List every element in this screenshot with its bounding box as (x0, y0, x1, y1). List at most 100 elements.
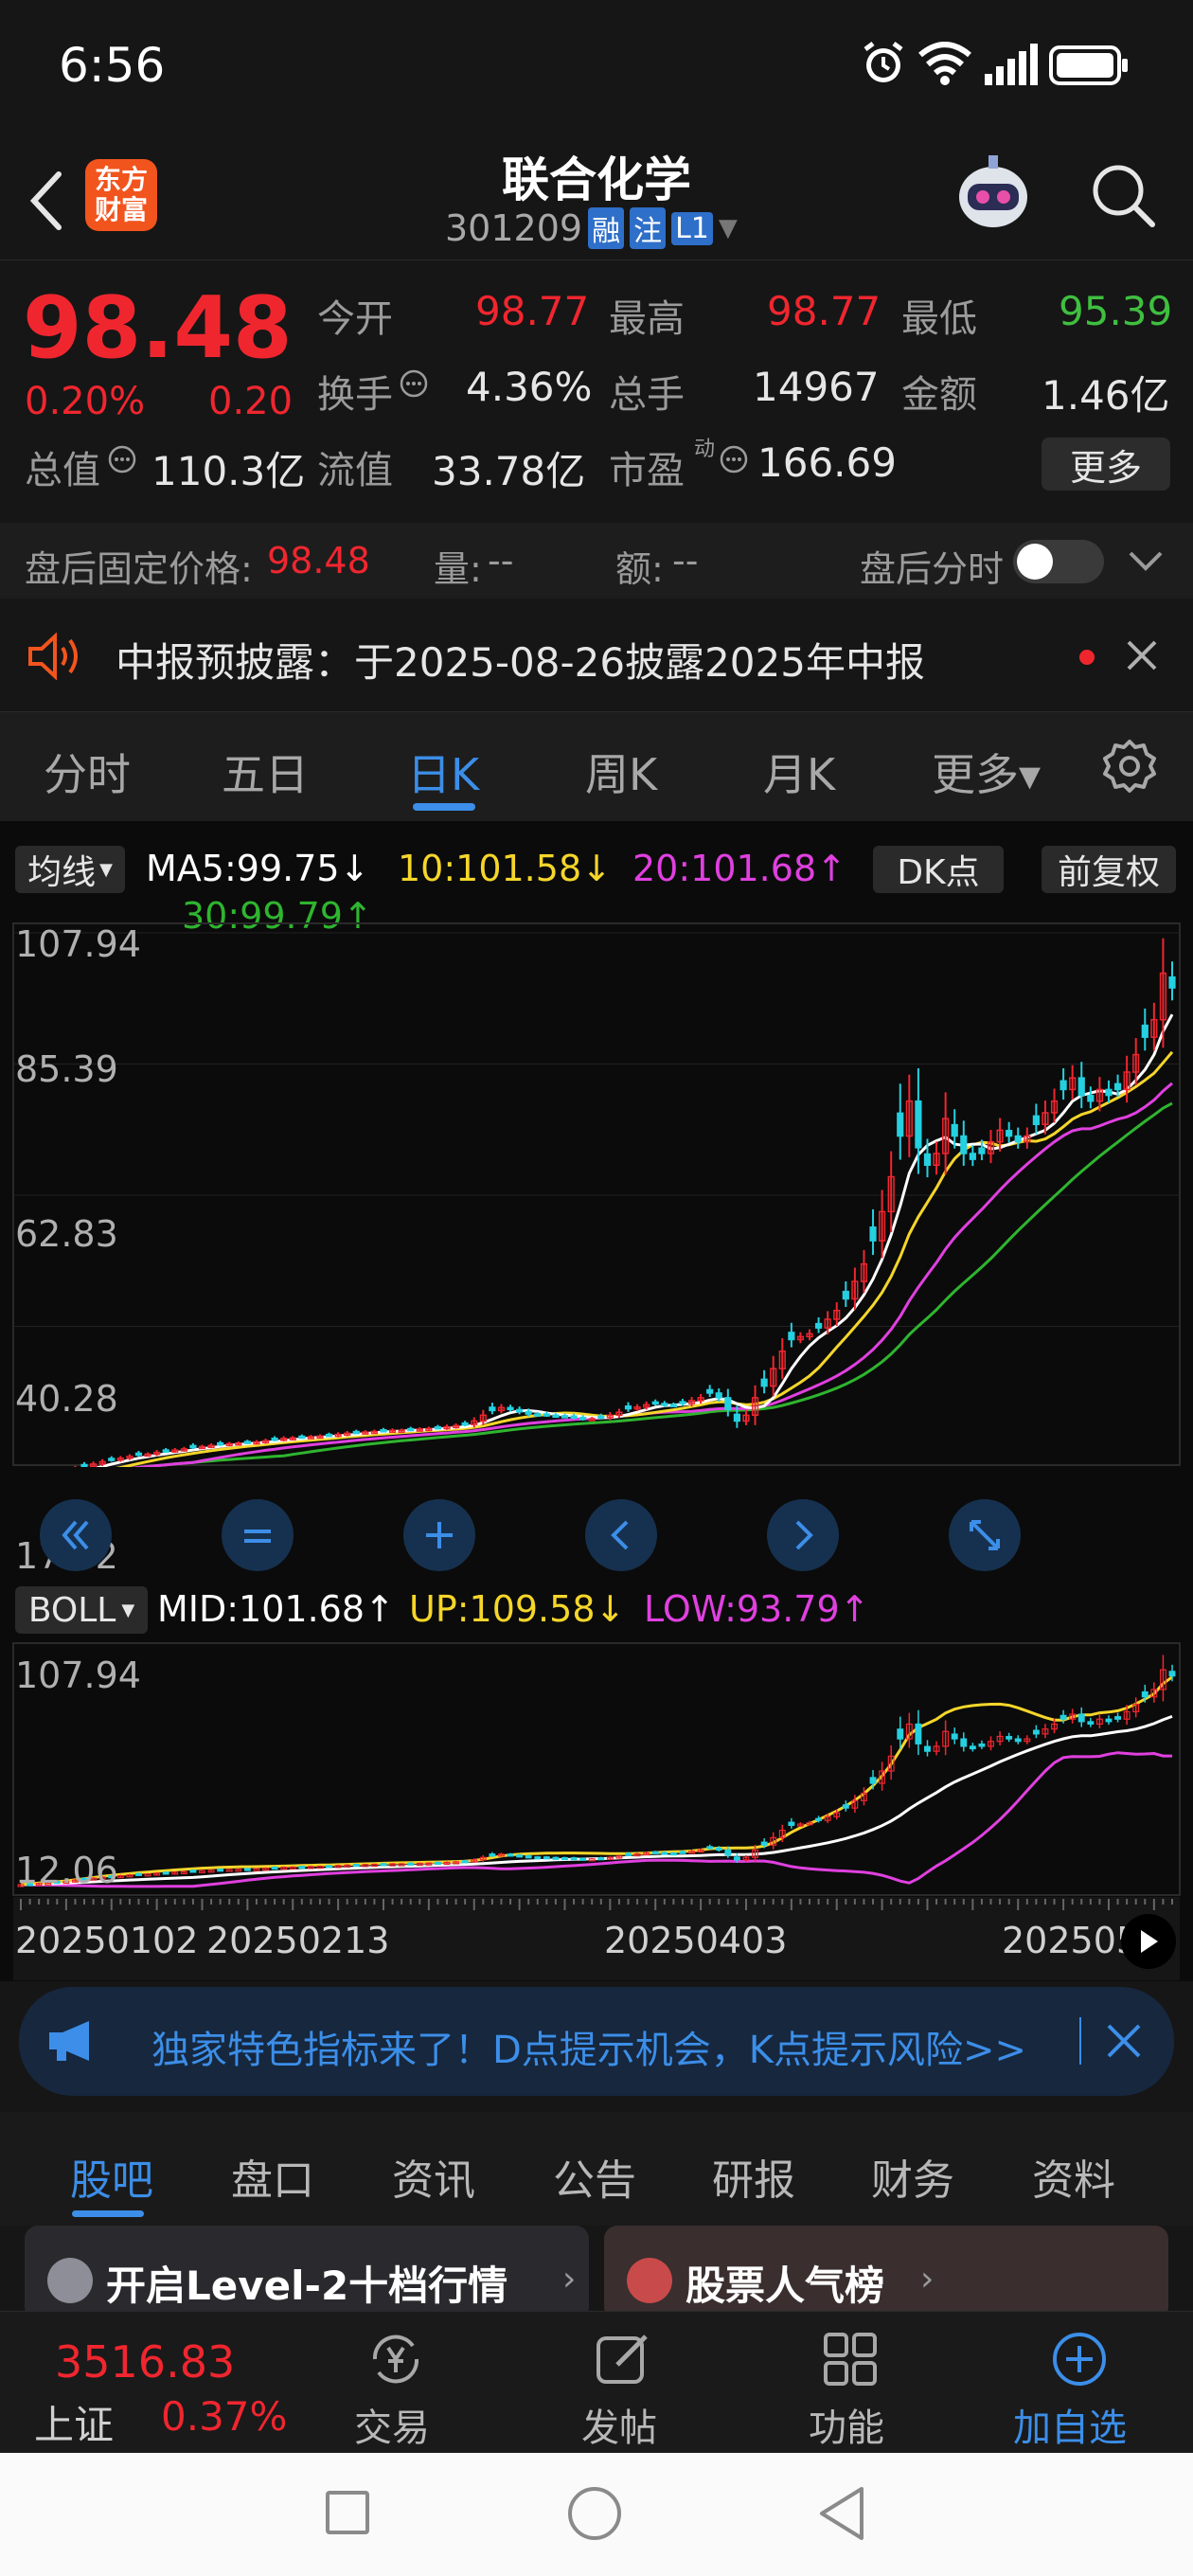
boll-candle-body (243, 1868, 251, 1871)
more-button[interactable]: 更多 (1042, 438, 1170, 491)
nav-features[interactable]: 功能 (792, 2321, 905, 2450)
candle-body (552, 1414, 560, 1419)
tab-order-book[interactable]: 盘口 (231, 2146, 314, 2207)
boll-candle-body (316, 1866, 324, 1869)
market-index-widget[interactable]: 3516.83 上证 0.37% (0, 2312, 303, 2454)
candle-body (1168, 975, 1176, 989)
boll-chart[interactable] (0, 1641, 1193, 1897)
scroll-to-start-button[interactable] (40, 1499, 112, 1571)
adjust-mode-button[interactable]: 前复权 (1042, 846, 1176, 893)
zoom-out-button[interactable] (222, 1499, 294, 1571)
quote-panel: 98.48 0.20% 0.20 今开 98.77 最高 98.77 最低 95… (0, 261, 1193, 522)
boll-candle-body (760, 1841, 768, 1846)
tab-announcements[interactable]: 公告 (553, 2146, 636, 2207)
grid-icon (824, 2333, 877, 2386)
search-icon[interactable] (1085, 157, 1161, 233)
stock-code-row[interactable]: 301209 融 注 L1 ▼ (445, 206, 738, 250)
indicator-selector[interactable]: 均线 ▼ (15, 846, 125, 893)
tab-financials[interactable]: 财务 (871, 2146, 954, 2207)
chevron-right-icon: › (920, 2260, 935, 2299)
boll-candle-body (1114, 1716, 1122, 1720)
axis-label-3: 62.83 (15, 1213, 118, 1255)
date-axis[interactable]: 20250102 20250213 20250403 202505 (13, 1897, 1180, 1980)
chart-frame (12, 922, 1181, 1466)
level2-promo-card[interactable]: 开启Level-2十档行情 › (25, 2226, 589, 2320)
info-icon[interactable] (106, 443, 138, 475)
tab-daily-k[interactable]: 日K (407, 741, 479, 803)
dk-point-button[interactable]: DK点 (873, 846, 1004, 893)
tab-weekly-k[interactable]: 周K (585, 741, 657, 803)
period-tabs: 分时 五日 日K 周K 月K 更多▾ (0, 712, 1193, 821)
chevron-right-icon: › (562, 2260, 577, 2299)
tab-profile[interactable]: 资料 (1032, 2146, 1115, 2207)
indicator-promo-banner[interactable]: 独家特色指标来了！D点提示机会，K点提示风险>> (19, 1987, 1174, 2096)
low-label: 最低 (901, 297, 977, 341)
play-button[interactable] (1121, 1914, 1176, 1969)
high-value: 98.77 (767, 288, 881, 334)
close-icon[interactable] (1121, 635, 1163, 676)
kline-main-chart[interactable] (0, 921, 1193, 1467)
battery-icon (1049, 45, 1129, 85)
tab-forum[interactable]: 股吧 (70, 2146, 153, 2207)
candle-body (842, 1290, 849, 1300)
amount-label: 金额 (901, 373, 977, 417)
tab-news[interactable]: 资讯 (392, 2146, 475, 2207)
last-price: 98.48 (23, 278, 293, 378)
boll-candle-body (271, 1867, 278, 1870)
active-tab-indicator (413, 803, 475, 811)
tab-more[interactable]: 更多▾ (932, 741, 1041, 803)
boll-candle-body (669, 1852, 677, 1856)
boll-candle-body (661, 1852, 668, 1855)
tab-intraday[interactable]: 分时 (44, 741, 131, 803)
tab-five-day[interactable]: 五日 (222, 741, 309, 803)
nav-add-watchlist[interactable]: 加自选 (1004, 2321, 1155, 2450)
candle-body (1113, 1082, 1122, 1091)
boll-candle-body (199, 1869, 205, 1873)
unread-dot (1079, 650, 1095, 665)
candle-body (325, 1433, 333, 1438)
close-icon[interactable] (1098, 2015, 1149, 2066)
info-icon[interactable] (398, 367, 430, 400)
chevron-down-icon[interactable] (1127, 544, 1165, 578)
fullscreen-button[interactable] (949, 1499, 1021, 1571)
boll-candle-body (651, 1851, 659, 1854)
after-hours-volume-label: 量: (434, 548, 482, 590)
level2-promo-text: 开启Level-2十档行情 (106, 2263, 508, 2309)
info-icon[interactable] (718, 443, 750, 475)
nav-trade[interactable]: 交易 (337, 2321, 451, 2450)
boll-candle-body (489, 1853, 496, 1857)
kline-chart-area[interactable]: 均线 ▼ MA5:99.75↓ 10:101.58↓ 20:101.68↑ 30:… (0, 821, 1193, 1981)
candle-body (80, 1463, 88, 1467)
boll-candle-body (289, 1866, 296, 1870)
change-percent: 0.20% (25, 380, 146, 423)
boll-candle-body (552, 1856, 560, 1860)
scroll-left-button[interactable] (585, 1499, 657, 1571)
boll-candle-body (543, 1856, 550, 1860)
boll-candle-body (144, 1873, 151, 1877)
notice-bar[interactable]: 中报预披露：于2025-08-26披露2025年中报 (0, 599, 1193, 712)
popularity-promo-card[interactable]: 股票人气榜 › (604, 2226, 1168, 2320)
axis-label-max: 107.94 (15, 923, 141, 965)
level2-icon (47, 2258, 93, 2303)
amount-value: 1.46亿 (1042, 372, 1170, 419)
home-icon[interactable] (568, 2487, 621, 2540)
tab-monthly-k[interactable]: 月K (763, 741, 835, 803)
tab-research[interactable]: 研报 (712, 2146, 795, 2207)
recents-icon[interactable] (326, 2491, 369, 2534)
candle-body (407, 1427, 415, 1432)
back-nav-icon[interactable] (816, 2485, 869, 2542)
nav-post[interactable]: 发帖 (564, 2321, 678, 2450)
ma30-line (129, 1101, 1173, 1467)
boll-candle-body (416, 1862, 423, 1867)
zoom-in-button[interactable] (403, 1499, 475, 1571)
boll-candle-body (570, 1857, 578, 1861)
scroll-right-button[interactable] (767, 1499, 839, 1571)
after-hours-toggle[interactable] (1013, 540, 1104, 583)
candle-body (1087, 1094, 1095, 1102)
robot-assistant-icon[interactable] (951, 152, 1036, 237)
candle-body (1059, 1080, 1067, 1091)
boll-selector[interactable]: BOLL ▼ (15, 1586, 148, 1634)
boll-candle-body (326, 1865, 332, 1869)
gear-icon[interactable] (1098, 735, 1161, 797)
after-hours-volume-value: -- (488, 540, 514, 581)
